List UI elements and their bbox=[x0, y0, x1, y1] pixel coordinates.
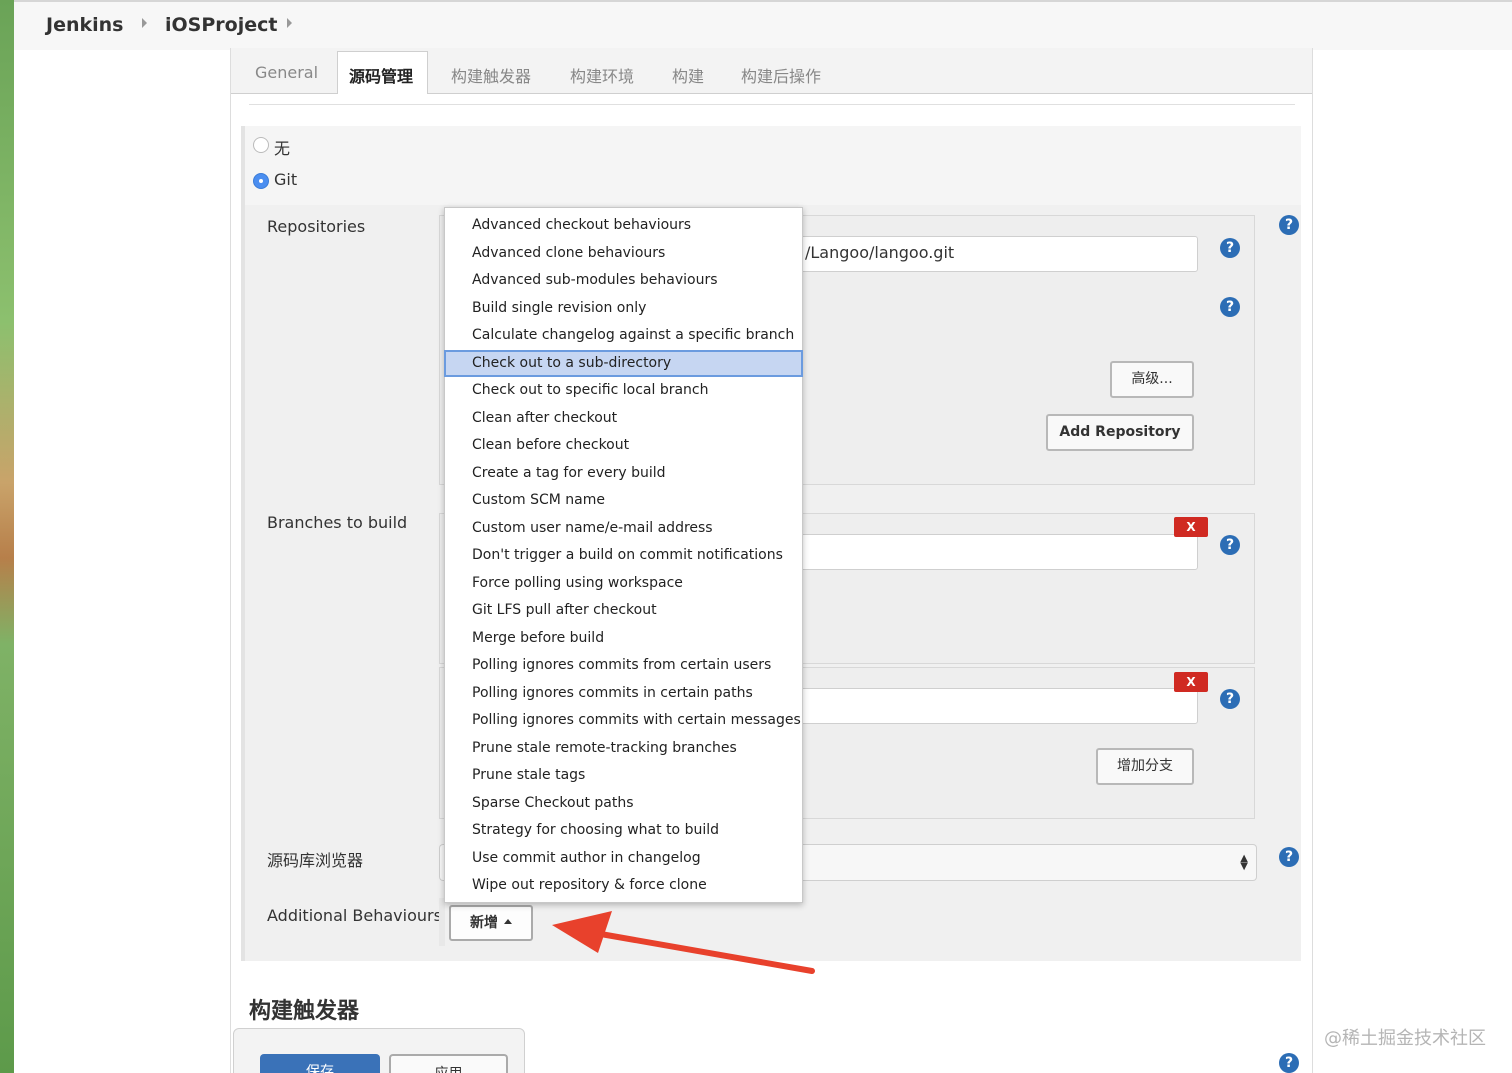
menu-item[interactable]: Clean before checkout bbox=[445, 432, 802, 459]
branch-specifier-input[interactable] bbox=[790, 534, 1198, 570]
breadcrumb-separator[interactable] bbox=[287, 18, 292, 28]
menu-item[interactable]: Force polling using workspace bbox=[445, 570, 802, 597]
apply-button[interactable]: 应用 bbox=[389, 1054, 508, 1073]
menu-item[interactable]: Build single revision only bbox=[445, 295, 802, 322]
help-icon[interactable]: ? bbox=[1220, 297, 1240, 317]
red-arrow-annotation bbox=[552, 911, 815, 974]
menu-item[interactable]: Wipe out repository & force clone bbox=[445, 872, 802, 899]
menu-item[interactable]: Use commit author in changelog bbox=[445, 845, 802, 872]
breadcrumb-jenkins[interactable]: Jenkins bbox=[46, 14, 123, 36]
menu-item[interactable]: Polling ignores commits in certain paths bbox=[445, 680, 802, 707]
help-icon[interactable]: ? bbox=[1279, 1053, 1299, 1073]
menu-item[interactable]: Merge before build bbox=[445, 625, 802, 652]
browser-label: 源码库浏览器 bbox=[267, 851, 364, 870]
breadcrumb-separator[interactable] bbox=[142, 18, 147, 28]
add-behaviour-button[interactable]: 新增 bbox=[449, 905, 533, 941]
menu-item[interactable]: Polling ignores commits from certain use… bbox=[445, 652, 802, 679]
radio-none[interactable] bbox=[253, 137, 269, 153]
tab-scm[interactable]: 源码管理 bbox=[349, 63, 413, 87]
caret-up-icon bbox=[504, 918, 512, 924]
section-divider bbox=[249, 104, 1295, 105]
menu-item[interactable]: Advanced sub-modules behaviours bbox=[445, 267, 802, 294]
branches-label: Branches to build bbox=[267, 513, 408, 532]
menu-item[interactable]: Check out to a sub-directory bbox=[444, 349, 803, 377]
menu-item[interactable]: Custom SCM name bbox=[445, 487, 802, 514]
menu-item[interactable]: Don't trigger a build on commit notifica… bbox=[445, 542, 802, 569]
radio-git-label: Git bbox=[274, 170, 298, 189]
repositories-label: Repositories bbox=[267, 217, 366, 236]
radio-none-label: 无 bbox=[274, 139, 291, 158]
menu-item[interactable]: Git LFS pull after checkout bbox=[445, 597, 802, 624]
menu-item[interactable]: Calculate changelog against a specific b… bbox=[445, 322, 802, 349]
tab-triggers[interactable]: 构建触发器 bbox=[451, 63, 531, 87]
triggers-heading: 构建触发器 bbox=[249, 999, 360, 1024]
behaviours-dropdown-menu: Advanced checkout behaviours Advanced clo… bbox=[444, 207, 803, 903]
arrow-head bbox=[552, 911, 612, 953]
tab-environment[interactable]: 构建环境 bbox=[570, 63, 634, 87]
select-arrows-icon: ▲ ▼ bbox=[1240, 853, 1248, 872]
watermark: @稀土掘金技术社区 bbox=[1324, 1028, 1486, 1049]
help-icon[interactable]: ? bbox=[1220, 238, 1240, 258]
breadcrumb-project[interactable]: iOSProject bbox=[165, 14, 277, 36]
menu-item[interactable]: Strategy for choosing what to build bbox=[445, 817, 802, 844]
add-branch-button[interactable]: 增加分支 bbox=[1096, 748, 1194, 785]
menu-item[interactable]: Advanced checkout behaviours bbox=[445, 212, 802, 239]
menu-item[interactable]: Check out to specific local branch bbox=[445, 377, 802, 404]
repository-url-input[interactable]: /Langoo/langoo.git bbox=[790, 236, 1198, 272]
save-button[interactable]: 保存 bbox=[260, 1054, 380, 1073]
menu-item[interactable]: Advanced clone behaviours bbox=[445, 240, 802, 267]
tab-post-build[interactable]: 构建后操作 bbox=[741, 63, 821, 87]
menu-item[interactable]: Custom user name/e-mail address bbox=[445, 515, 802, 542]
tab-build[interactable]: 构建 bbox=[672, 63, 704, 87]
help-icon[interactable]: ? bbox=[1279, 847, 1299, 867]
add-behaviour-label: 新增 bbox=[470, 915, 498, 931]
tab-general[interactable]: General bbox=[255, 63, 318, 82]
menu-item[interactable]: Prune stale remote-tracking branches bbox=[445, 735, 802, 762]
branch-specifier-input[interactable] bbox=[790, 688, 1198, 724]
add-repository-button[interactable]: Add Repository bbox=[1046, 414, 1194, 451]
help-icon[interactable]: ? bbox=[1220, 535, 1240, 555]
behaviours-label: Additional Behaviours bbox=[267, 906, 442, 925]
background-strip bbox=[0, 0, 14, 1073]
radio-git[interactable] bbox=[253, 173, 269, 189]
delete-branch-button[interactable]: X bbox=[1174, 517, 1208, 537]
menu-item[interactable]: Prune stale tags bbox=[445, 762, 802, 789]
delete-branch-button[interactable]: X bbox=[1174, 672, 1208, 692]
advanced-button[interactable]: 高级... bbox=[1110, 361, 1194, 398]
menu-item[interactable]: Sparse Checkout paths bbox=[445, 790, 802, 817]
help-icon[interactable]: ? bbox=[1220, 689, 1240, 709]
menu-item[interactable]: Clean after checkout bbox=[445, 405, 802, 432]
menu-item[interactable]: Polling ignores commits with certain mes… bbox=[445, 707, 802, 734]
menu-item[interactable]: Create a tag for every build bbox=[445, 460, 802, 487]
breadcrumb: Jenkins iOSProject bbox=[14, 0, 1512, 50]
arrow-shaft bbox=[592, 930, 815, 974]
browser-select[interactable]: ▲ ▼ bbox=[804, 844, 1257, 881]
help-icon[interactable]: ? bbox=[1279, 215, 1299, 235]
